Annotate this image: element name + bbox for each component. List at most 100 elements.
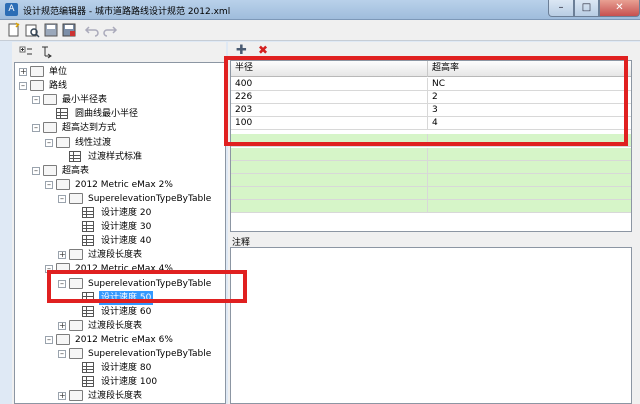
collapse-icon[interactable]: – xyxy=(58,194,66,203)
tree-item[interactable]: + 过渡段长度表 xyxy=(58,389,225,403)
folder-icon xyxy=(43,164,57,177)
collapse-icon[interactable]: – xyxy=(45,180,53,189)
tree-item-label: 设计速度 80 xyxy=(101,363,152,374)
tree-item-label: 过渡段长度表 xyxy=(88,391,143,402)
tree-item-label: 过渡样式标准 xyxy=(88,151,143,162)
tree-item-label: 设计速度 60 xyxy=(101,306,152,317)
expand-icon[interactable]: + xyxy=(58,251,66,260)
tree-item-label: 超高表 xyxy=(62,165,90,176)
folder-icon xyxy=(30,66,44,78)
tree-item[interactable]: + 过渡段长度表 xyxy=(58,319,225,333)
notes-textarea[interactable] xyxy=(230,247,632,404)
undo-icon[interactable] xyxy=(84,22,100,38)
empty-row[interactable] xyxy=(231,199,631,213)
tree-item-label: 设计速度 40 xyxy=(101,236,152,247)
tree-item[interactable]: – SuperelevationTypeByTable xyxy=(58,192,225,206)
table-cell[interactable] xyxy=(231,173,428,187)
tree-item-label: 2012 Metric eMax 2% xyxy=(75,179,173,190)
collapse-icon[interactable]: – xyxy=(32,96,40,105)
tree-item[interactable]: – SuperelevationTypeByTable xyxy=(58,347,225,361)
tree-item-label: 过渡段长度表 xyxy=(88,250,143,261)
collapse-icon[interactable]: – xyxy=(45,335,53,344)
table-cell[interactable] xyxy=(428,174,631,187)
collapse-icon[interactable]: – xyxy=(32,166,40,175)
table-cell[interactable] xyxy=(231,147,428,161)
empty-row[interactable] xyxy=(231,186,631,200)
empty-row[interactable] xyxy=(231,147,631,161)
redo-icon[interactable] xyxy=(102,22,118,38)
open-icon[interactable] xyxy=(24,22,40,38)
save-icon[interactable] xyxy=(43,22,59,38)
tree-item-label: 最小半径表 xyxy=(62,95,108,106)
tree-item-label: 设计速度 100 xyxy=(101,377,158,388)
folder-icon xyxy=(69,319,83,332)
table-cell[interactable] xyxy=(428,148,631,161)
expand-all-icon[interactable] xyxy=(18,44,34,60)
table-cell[interactable] xyxy=(231,199,428,213)
spec-tree[interactable]: + 单位 – 路线 – 最小半径表 圆曲线最小半径 – 超高达到方式 – 线性过渡 过渡样式标准 – 超高… xyxy=(14,62,226,404)
highlight-box-grid xyxy=(224,56,628,146)
tree-item[interactable]: 设计速度 80 xyxy=(71,361,225,375)
table-cell[interactable] xyxy=(231,186,428,200)
table-icon xyxy=(82,376,96,388)
collapse-icon[interactable]: – xyxy=(58,350,66,358)
tree-item-label: 超高达到方式 xyxy=(62,123,117,134)
tree-item[interactable]: – 线性过渡 xyxy=(45,136,225,150)
tree-item[interactable]: 设计速度 20 xyxy=(71,206,225,220)
tree-item[interactable]: – 超高达到方式 xyxy=(32,121,222,135)
empty-row[interactable] xyxy=(231,160,631,174)
tree-item-label: SuperelevationTypeByTable xyxy=(88,193,212,204)
tree-item-label: 线性过渡 xyxy=(75,137,112,148)
tree-item[interactable]: 过渡样式标准 xyxy=(58,150,225,164)
expand-icon[interactable]: + xyxy=(58,392,66,401)
collapse-icon[interactable]: – xyxy=(32,124,40,133)
tree-item[interactable]: – 2012 Metric eMax 2% xyxy=(45,178,225,192)
maximize-button[interactable]: □ xyxy=(574,0,599,17)
tree-item[interactable]: 设计速度 40 xyxy=(71,234,225,248)
tree-item-label: 单位 xyxy=(49,67,68,77)
tree-item[interactable]: + 单位 xyxy=(19,65,209,79)
tree-item[interactable]: + 过渡段长度表 xyxy=(58,248,225,262)
close-button[interactable]: ✕ xyxy=(599,0,640,17)
app-icon: A xyxy=(5,3,18,16)
empty-row[interactable] xyxy=(231,173,631,187)
delete-row-icon[interactable]: ✖ xyxy=(258,43,268,57)
tree-item[interactable]: 圆曲线最小半径 xyxy=(45,107,225,121)
table-cell[interactable] xyxy=(428,161,631,174)
collapse-icon[interactable]: – xyxy=(19,82,27,91)
save-as-icon[interactable] xyxy=(61,22,77,38)
table-cell[interactable] xyxy=(231,160,428,174)
folder-icon xyxy=(30,80,44,92)
tree-item-label: SuperelevationTypeByTable xyxy=(88,349,212,359)
collapse-icon[interactable]: – xyxy=(45,138,53,147)
tree-toolbar xyxy=(12,42,226,62)
new-icon[interactable] xyxy=(6,22,22,38)
folder-icon xyxy=(69,249,83,261)
folder-icon xyxy=(69,348,83,360)
folder-icon xyxy=(43,122,57,134)
window-title: 设计规范编辑器 - 城市道路路线设计规范 2012.xml xyxy=(23,7,231,17)
tree-item[interactable]: 设计速度 30 xyxy=(71,220,225,234)
minimize-button[interactable]: – xyxy=(548,0,574,17)
folder-icon xyxy=(43,94,57,106)
folder-icon xyxy=(56,333,70,346)
collapse-all-icon[interactable] xyxy=(39,44,55,60)
tree-item[interactable]: – 路线 xyxy=(19,79,209,93)
tree-item[interactable]: – 最小半径表 xyxy=(32,93,222,107)
table-cell[interactable] xyxy=(428,200,631,213)
table-cell[interactable] xyxy=(428,187,631,200)
table-icon xyxy=(82,207,96,219)
tree-item[interactable]: – 超高表 xyxy=(32,164,222,178)
folder-icon xyxy=(69,192,83,205)
tree-item-label: 2012 Metric eMax 6% xyxy=(75,334,173,345)
table-icon xyxy=(56,108,70,120)
expand-icon[interactable]: + xyxy=(58,321,66,330)
table-icon xyxy=(82,221,96,233)
table-icon xyxy=(82,305,96,318)
expand-icon[interactable]: + xyxy=(19,68,27,76)
title-bar: A 设计规范编辑器 - 城市道路路线设计规范 2012.xml – □ ✕ xyxy=(0,0,640,20)
tree-item[interactable]: 设计速度 100 xyxy=(71,375,225,389)
tree-item[interactable]: – 2012 Metric eMax 6% xyxy=(45,333,225,347)
tree-item[interactable]: 设计速度 60 xyxy=(71,305,225,319)
tree-item-label: 圆曲线最小半径 xyxy=(75,109,139,120)
